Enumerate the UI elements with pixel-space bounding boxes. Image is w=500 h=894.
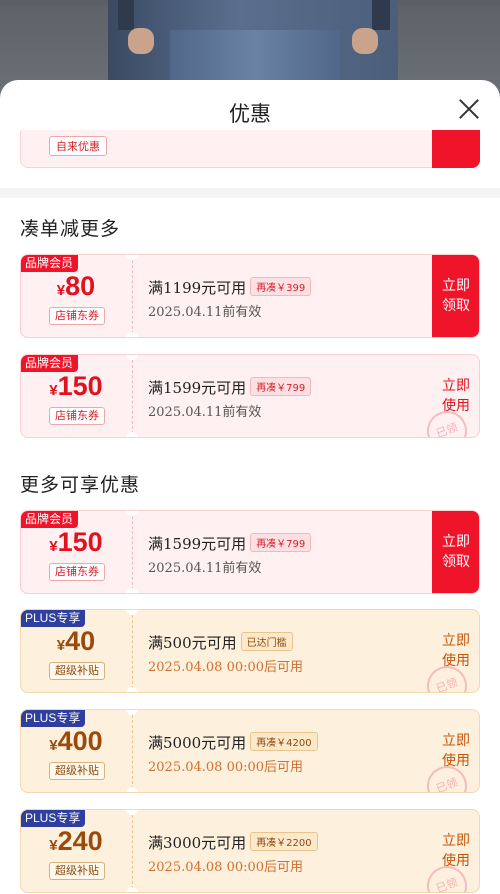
coupon-gap-pill: 再凑￥799 xyxy=(250,533,312,552)
coupon-badge: 品牌会员 xyxy=(21,255,79,272)
coupon-amount: ¥80 xyxy=(56,271,96,301)
coupon-gap-pill: 已达门槛 xyxy=(240,632,293,651)
sheet-title: 优惠 xyxy=(229,102,271,126)
coupon-separator xyxy=(132,355,133,437)
notch-bottom xyxy=(126,588,138,593)
coupon-condition: 满1199元可用 再凑￥399 xyxy=(148,277,312,298)
coupon-amount: ¥150 xyxy=(49,371,103,401)
coupon-gap-pill: 再凑￥4200 xyxy=(250,732,318,751)
close-icon[interactable] xyxy=(458,98,480,120)
notch-top xyxy=(126,255,138,260)
notch-top xyxy=(126,511,138,516)
claim-button[interactable] xyxy=(432,130,480,168)
coupon-condition: 满500元可用 已达门槛 xyxy=(148,632,293,653)
hand-right xyxy=(352,28,378,54)
coupon-validity: 2025.04.11前有效 xyxy=(148,305,262,320)
coupon-gap-pill: 再凑￥399 xyxy=(250,277,312,296)
coupon-badge: PLUS专享 xyxy=(21,710,86,727)
coupon-validity: 2025.04.11前有效 xyxy=(148,561,262,576)
jacket-cuff-left xyxy=(118,0,134,30)
section-title: 凑单减更多 xyxy=(20,218,121,240)
coupon-condition: 满1599元可用 再凑￥799 xyxy=(148,377,312,398)
coupon-card: PLUS专享 ¥400 超级补贴 满5000元可用 再凑￥4200 2025.04… xyxy=(20,709,480,793)
coupon-kind-tag: 自来优惠 xyxy=(49,136,107,156)
coupon-amount: ¥240 xyxy=(49,826,103,856)
section-divider xyxy=(0,188,500,198)
coupon-gap-pill: 再凑￥2200 xyxy=(250,832,318,851)
coupon-condition: 满3000元可用 再凑￥2200 xyxy=(148,832,318,853)
notch-top xyxy=(126,355,138,360)
coupon-amount: ¥400 xyxy=(49,726,103,756)
coupon-card-partial: 自来优惠 xyxy=(20,130,480,168)
coupon-amount: ¥150 xyxy=(49,527,103,557)
coupon-validity: 2025.04.08 00:00后可用 xyxy=(148,760,304,775)
notch-bottom xyxy=(126,787,138,792)
coupon-badge: 品牌会员 xyxy=(21,355,79,372)
coupon-kind: 店铺东券 xyxy=(49,563,105,581)
coupon-kind: 店铺东券 xyxy=(49,307,105,325)
coupon-gap-pill: 再凑￥799 xyxy=(250,377,312,396)
notch-top xyxy=(126,610,138,615)
coupon-card: PLUS专享 ¥40 超级补贴 满500元可用 已达门槛 2025.04.08 0… xyxy=(20,609,480,693)
notch-top xyxy=(126,810,138,815)
notch-bottom xyxy=(126,432,138,437)
coupon-amount: ¥40 xyxy=(56,626,96,656)
section-title: 更多可享优惠 xyxy=(20,474,141,496)
coupon-kind: 店铺东券 xyxy=(49,407,105,425)
use-now-button[interactable]: 立即 使用 xyxy=(432,710,479,792)
claim-now-button[interactable]: 立即 领取 xyxy=(432,511,479,593)
coupon-badge: PLUS专享 xyxy=(21,810,86,827)
coupon-validity: 2025.04.11前有效 xyxy=(148,405,262,420)
hand-left xyxy=(128,28,154,54)
claim-now-button[interactable]: 立即 领取 xyxy=(432,255,479,337)
coupon-separator xyxy=(132,255,133,337)
coupon-kind: 超级补贴 xyxy=(49,662,105,680)
coupon-badge: 品牌会员 xyxy=(21,511,79,528)
coupon-badge: PLUS专享 xyxy=(21,610,86,627)
coupon-separator xyxy=(132,511,133,593)
notch-top xyxy=(126,710,138,715)
coupon-separator xyxy=(132,610,133,692)
coupon-sheet: 优惠 自来优惠 凑单减更多 品牌会员 ¥80 店铺东券 满1199元可用 再凑￥3… xyxy=(0,80,500,894)
coupon-separator xyxy=(132,710,133,792)
notch-bottom xyxy=(126,332,138,337)
notch-bottom xyxy=(126,887,138,892)
coupon-card: 品牌会员 ¥150 店铺东券 满1599元可用 再凑￥799 2025.04.11… xyxy=(20,354,480,438)
jacket-cuff-right xyxy=(372,0,390,30)
coupon-kind: 超级补贴 xyxy=(49,862,105,880)
use-now-button[interactable]: 立即 使用 xyxy=(432,810,479,892)
notch-bottom xyxy=(126,687,138,692)
coupon-condition: 满5000元可用 再凑￥4200 xyxy=(148,732,318,753)
coupon-validity: 2025.04.08 00:00后可用 xyxy=(148,660,304,675)
coupon-separator xyxy=(132,810,133,892)
coupon-condition: 满1599元可用 再凑￥799 xyxy=(148,533,312,554)
use-now-button[interactable]: 立即 使用 xyxy=(432,355,479,437)
coupon-card: 品牌会员 ¥150 店铺东券 满1599元可用 再凑￥799 2025.04.11… xyxy=(20,510,480,594)
use-now-button[interactable]: 立即 使用 xyxy=(432,610,479,692)
coupon-card: 品牌会员 ¥80 店铺东券 满1199元可用 再凑￥399 2025.04.11前… xyxy=(20,254,480,338)
coupon-validity: 2025.04.08 00:00后可用 xyxy=(148,860,304,875)
coupon-card: PLUS专享 ¥240 超级补贴 满3000元可用 再凑￥2200 2025.04… xyxy=(20,809,480,893)
coupon-kind: 超级补贴 xyxy=(49,762,105,780)
